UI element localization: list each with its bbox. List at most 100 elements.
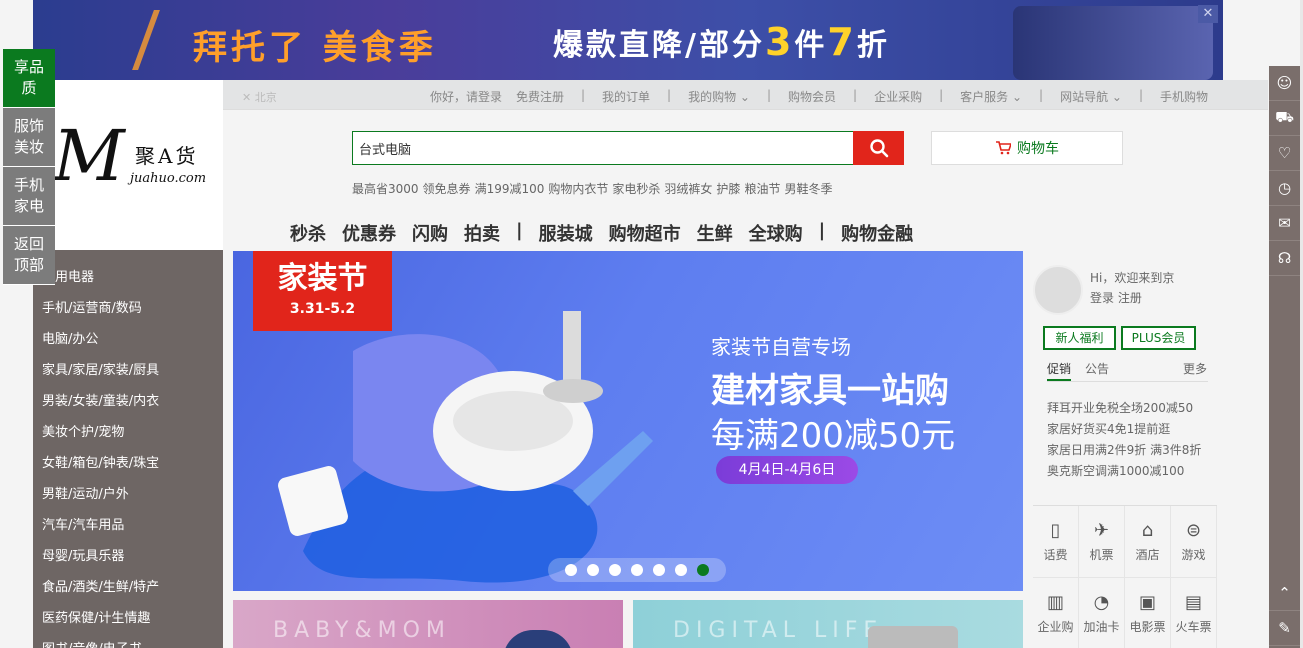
search-input[interactable] [352,131,854,165]
floor-nav-item[interactable]: 享品质 [3,49,55,108]
hot-word[interactable]: 领免息券 [423,180,471,197]
rail-item[interactable]: ✉ [1269,206,1300,241]
carousel-dot[interactable] [653,564,665,576]
news-more-link[interactable]: 更多 [1183,360,1207,377]
hot-word[interactable]: 家电秒杀 [612,180,660,197]
rail-item[interactable]: ☊ [1269,241,1300,276]
news-item[interactable]: 拜耳开业免税全场200减50 [1047,398,1201,419]
rail-bottom-item[interactable]: ⌃ [1269,576,1300,611]
carousel-dot[interactable] [675,564,687,576]
category-item[interactable]: 手机/运营商/数码 [33,296,223,327]
top-link[interactable]: 企业采购 [874,88,922,105]
service-item[interactable]: ▤ 火车票 [1171,578,1217,648]
top-ad-banner[interactable]: 拜托了 美食季 爆款直降/部分3件7折 [33,0,1223,80]
site-logo[interactable]: M 聚A货 juahuo.com [33,80,223,250]
carousel-dot[interactable] [587,564,599,576]
category-item[interactable]: 女鞋/箱包/钟表/珠宝 [33,451,223,482]
hot-word[interactable]: 粮油节 [744,180,780,197]
logo-chinese: 聚A货 [135,144,199,168]
digital-life-banner[interactable]: DIGITAL LIFE [633,600,1023,648]
category-item[interactable]: 汽车/汽车用品 [33,513,223,544]
plus-member-button[interactable]: PLUS会员 [1121,326,1196,350]
nav-item[interactable]: 拍卖 [464,220,500,246]
top-link[interactable]: 免费注册 [516,88,564,105]
category-item[interactable]: 图书/音像/电子书 [33,637,223,648]
nav-item[interactable]: 生鲜 [697,220,733,246]
new-user-benefit-button[interactable]: 新人福利 [1043,326,1116,350]
top-link[interactable]: 购物会员 [788,88,836,105]
rail-item[interactable]: ◷ [1269,171,1300,206]
hot-word[interactable]: 购物内衣节 [548,180,608,197]
category-item[interactable]: 母婴/玩具乐器 [33,544,223,575]
link-separator: | [939,88,944,102]
service-item[interactable]: ◔ 加油卡 [1079,578,1125,648]
hot-word[interactable]: 羽绒裤女 [664,180,712,197]
floor-nav-item[interactable]: 服饰美妆 [3,108,55,167]
banner-close-button[interactable]: ✕ [1198,5,1218,23]
tab-notice[interactable]: 公告 [1085,360,1109,381]
service-item[interactable]: ▣ 电影票 [1125,578,1171,648]
banner-left-text: 拜托了 美食季 [193,28,437,68]
service-item[interactable]: ⌂ 酒店 [1125,506,1171,578]
building-icon: ▥ [1046,592,1064,613]
category-menu: 家用电器 手机/运营商/数码 电脑/办公 家具/家居/家装/厨具 男装/女装/童装/内衣… [33,250,223,648]
top-link[interactable]: 我的订单 [602,88,650,105]
link-separator: | [1138,88,1143,102]
news-item[interactable]: 奥克斯空调满1000减100 [1047,461,1201,482]
service-label: 话费 [1043,548,1068,562]
floor-nav-item[interactable]: 手机家电 [3,167,55,226]
search-button[interactable] [853,131,904,165]
hot-word[interactable]: 护膝 [716,180,740,197]
carousel-offer: 每满200减50元 [711,416,956,456]
hot-word[interactable]: 最高省3000 [352,180,419,197]
category-item[interactable]: 美妆个护/宠物 [33,420,223,451]
nav-item[interactable]: 闪购 [412,220,448,246]
category-item[interactable]: 电脑/办公 [33,327,223,358]
heart-icon: ♡ [1277,144,1292,162]
service-item[interactable]: ✈ 机票 [1079,506,1125,578]
hot-word[interactable]: 男鞋冬季 [784,180,832,197]
location-selector[interactable]: ✕ 北京 [242,89,277,105]
category-item[interactable]: 家具/家居/家装/厨具 [33,358,223,389]
top-link[interactable]: 你好，请登录 [430,88,502,105]
top-link[interactable]: 客户服务 ⌄ [960,88,1022,105]
rail-bottom-item[interactable]: ✎ [1269,611,1300,646]
news-item[interactable]: 家居好货买4免1提前逛 [1047,419,1201,440]
floor-nav-item[interactable]: 返回顶部 [3,226,55,285]
rail-item[interactable]: ⛟ [1269,101,1300,136]
rail-item[interactable]: ☺ [1269,66,1300,101]
cart-button[interactable]: 购物车 [931,131,1123,165]
carousel-dot[interactable] [565,564,577,576]
nav-item[interactable]: 服装城 [539,220,593,246]
category-item[interactable]: 食品/酒类/生鲜/特产 [33,575,223,606]
avatar[interactable] [1033,265,1083,315]
service-item[interactable]: ▥ 企业购 [1033,578,1079,648]
nav-item[interactable]: 秒杀 [290,220,326,246]
category-item[interactable]: 家用电器 [33,265,223,296]
nav-item[interactable]: 优惠券 [342,220,396,246]
login-link[interactable]: 登录 [1090,291,1114,305]
rail-item[interactable]: ♡ [1269,136,1300,171]
service-item[interactable]: ⊜ 游戏 [1171,506,1217,578]
carousel-dot[interactable] [609,564,621,576]
register-link[interactable]: 注册 [1118,291,1142,305]
nav-item[interactable]: 购物金融 [841,220,913,246]
nav-item[interactable]: 全球购 [749,220,803,246]
top-link[interactable]: 手机购物 [1160,88,1208,105]
nav-item[interactable]: 购物超市 [609,220,681,246]
category-item[interactable]: 男装/女装/童装/内衣 [33,389,223,420]
news-item[interactable]: 家居日用满2件9折 满3件8折 [1047,440,1201,461]
category-item[interactable]: 男鞋/运动/户外 [33,482,223,513]
main-carousel[interactable]: 家装节 3.31-5.2 家装节自营专场 建材家具一站购 每满200减50元 4… [233,251,1023,591]
carousel-dot[interactable] [631,564,643,576]
service-item[interactable]: ▯ 话费 [1033,506,1079,578]
category-item[interactable]: 医药保健/计生情趣 [33,606,223,637]
hot-word[interactable]: 满199减100 [475,180,545,197]
baby-mom-banner[interactable]: BABY&MOM [233,600,623,648]
tab-promotion[interactable]: 促销 [1047,360,1072,381]
fuel-icon: ◔ [1093,592,1110,613]
carousel-dot[interactable] [697,564,709,576]
top-link[interactable]: 我的购物 ⌄ [688,88,750,105]
carousel-headline: 建材家具一站购 [711,371,949,411]
top-link[interactable]: 网站导航 ⌄ [1060,88,1122,105]
